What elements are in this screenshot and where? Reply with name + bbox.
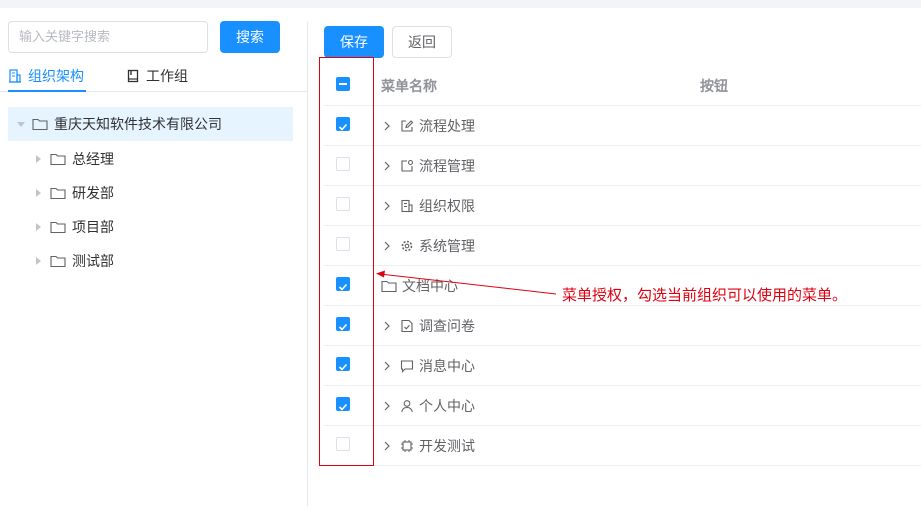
chip-icon: [400, 439, 414, 453]
chevron-right-icon[interactable]: [380, 241, 394, 251]
chevron-right-icon[interactable]: [380, 401, 394, 411]
top-bar: [0, 0, 921, 8]
tree-node-label: 重庆天知软件技术有限公司: [54, 117, 222, 133]
row-divider: [324, 105, 921, 106]
tree-node[interactable]: 项目部: [34, 212, 114, 242]
tab-workgroup[interactable]: 工作组: [126, 62, 188, 90]
column-header-buttons: 按钮: [700, 79, 728, 95]
chevron-right-icon[interactable]: [380, 121, 394, 131]
menu-row[interactable]: 系统管理: [380, 236, 475, 256]
survey-icon: [400, 319, 414, 333]
menu-row[interactable]: 流程处理: [380, 116, 475, 136]
process-settings-icon: [400, 159, 414, 173]
tree-node-root[interactable]: 重庆天知软件技术有限公司: [8, 107, 293, 141]
caret-right-icon[interactable]: [34, 155, 42, 163]
chevron-right-icon[interactable]: [380, 361, 394, 371]
folder-icon: [32, 118, 48, 131]
menu-row[interactable]: 消息中心: [380, 356, 475, 376]
row-divider: [324, 425, 921, 426]
row-divider: [324, 465, 921, 466]
annotation-arrow: [376, 270, 557, 295]
tab-label: 工作组: [146, 69, 188, 85]
user-icon: [400, 399, 414, 413]
annotation-text: 菜单授权，勾选当前组织可以使用的菜单。: [562, 286, 848, 304]
building-icon: [400, 199, 414, 213]
tree-node-label: 研发部: [72, 186, 114, 202]
back-button[interactable]: 返回: [392, 26, 452, 58]
folder-icon: [50, 153, 66, 166]
menu-row-label: 开发测试: [419, 439, 475, 455]
chat-icon: [400, 359, 414, 373]
chevron-right-icon[interactable]: [380, 441, 394, 451]
chevron-right-icon[interactable]: [380, 161, 394, 171]
menu-row-label: 流程处理: [419, 119, 475, 135]
annotation-highlight-box: [319, 57, 374, 466]
menu-row-label: 消息中心: [419, 359, 475, 375]
building-icon: [9, 69, 21, 83]
menu-row[interactable]: 个人中心: [380, 396, 475, 416]
folder-icon: [50, 255, 66, 268]
search-input[interactable]: [8, 21, 208, 53]
folder-icon: [50, 187, 66, 200]
panel-divider: [307, 22, 308, 506]
menu-row-label: 流程管理: [419, 159, 475, 175]
chevron-right-icon[interactable]: [380, 201, 394, 211]
tree-node[interactable]: 研发部: [34, 178, 114, 208]
menu-row-label: 系统管理: [419, 239, 475, 255]
menu-row[interactable]: 组织权限: [380, 196, 475, 216]
gear-icon: [400, 239, 414, 253]
tree-node-label: 项目部: [72, 220, 114, 236]
row-divider: [324, 345, 921, 346]
menu-row-label: 个人中心: [419, 399, 475, 415]
caret-right-icon[interactable]: [34, 223, 42, 231]
menu-row[interactable]: 调查问卷: [380, 316, 475, 336]
search-button[interactable]: 搜索: [220, 21, 280, 53]
column-header-menu-name: 菜单名称: [381, 79, 437, 95]
row-divider: [324, 305, 921, 306]
menu-row-label: 调查问卷: [419, 319, 475, 335]
row-divider: [324, 385, 921, 386]
caret-right-icon[interactable]: [34, 257, 42, 265]
menu-row[interactable]: 开发测试: [380, 436, 475, 456]
menu-row[interactable]: 流程管理: [380, 156, 475, 176]
tab-label: 组织架构: [28, 69, 84, 85]
active-tab-indicator: [8, 90, 86, 92]
tree-node[interactable]: 总经理: [34, 144, 114, 174]
caret-right-icon[interactable]: [34, 189, 42, 197]
caret-down-icon[interactable]: [16, 121, 26, 127]
chevron-right-icon[interactable]: [380, 321, 394, 331]
folder-icon: [50, 221, 66, 234]
row-divider: [324, 225, 921, 226]
save-button[interactable]: 保存: [324, 26, 384, 58]
tree-node-label: 总经理: [72, 152, 114, 168]
row-divider: [324, 145, 921, 146]
tree-node[interactable]: 测试部: [34, 246, 114, 276]
row-divider: [324, 185, 921, 186]
book-icon: [127, 69, 139, 83]
tree-node-label: 测试部: [72, 254, 114, 270]
tab-org-structure[interactable]: 组织架构: [8, 62, 84, 90]
menu-row-label: 组织权限: [419, 199, 475, 215]
edit-icon: [400, 119, 414, 133]
